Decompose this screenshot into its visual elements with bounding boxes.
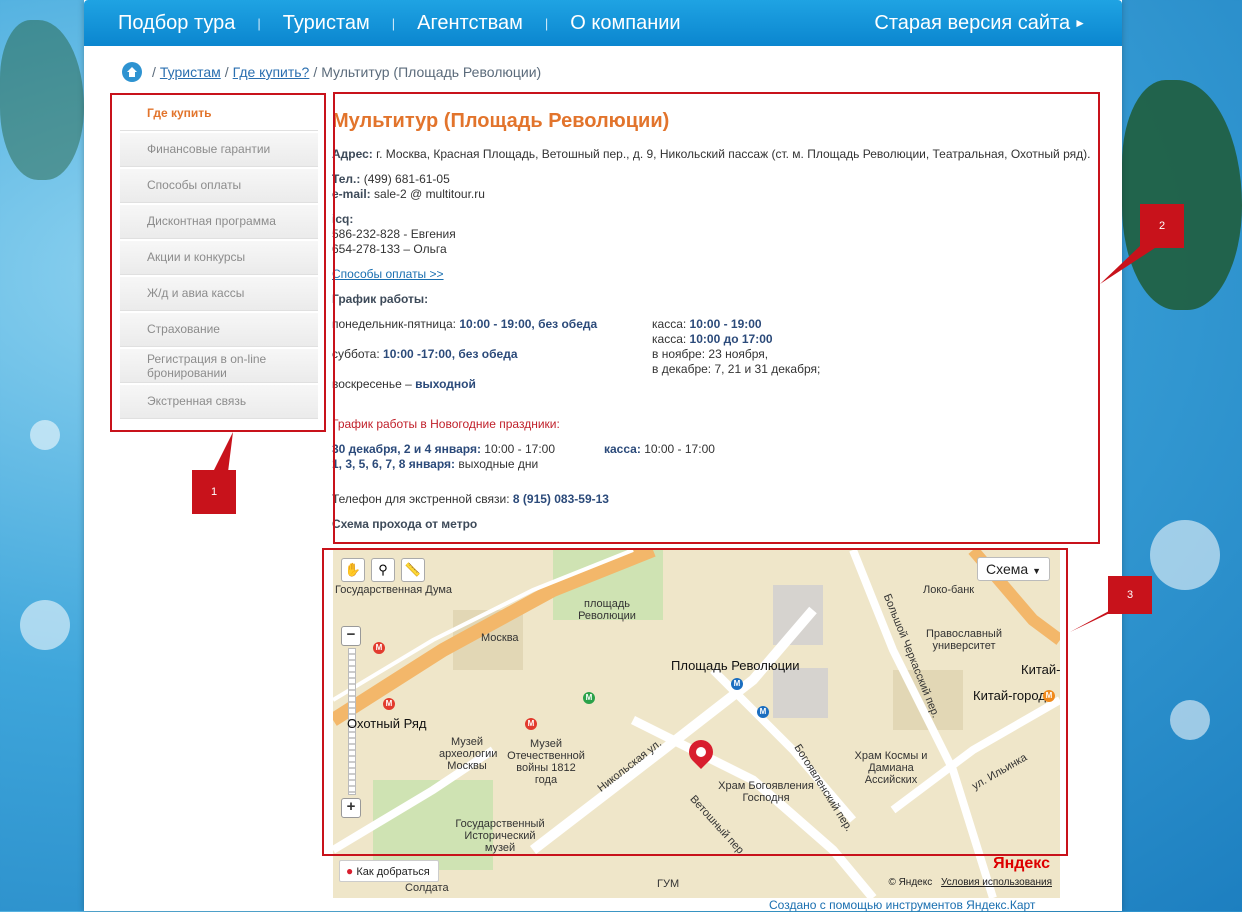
map-label: Солдата bbox=[405, 882, 449, 894]
breadcrumb: / Туристам / Где купить? / Мультитур (Пл… bbox=[122, 62, 541, 82]
background-snowflake bbox=[1170, 700, 1210, 740]
annotation-badge-2: 2 bbox=[1140, 204, 1184, 248]
nav-item-agencies[interactable]: Агентствам bbox=[417, 12, 523, 35]
old-site-label: Старая версия сайта bbox=[874, 12, 1071, 34]
how-to-get-button[interactable]: ● Как добраться bbox=[339, 860, 439, 882]
background-snowflake bbox=[30, 420, 60, 450]
map-label: ГУМ bbox=[657, 878, 680, 890]
breadcrumb-separator: / bbox=[152, 64, 156, 80]
breadcrumb-separator: / bbox=[313, 64, 318, 80]
top-navigation: Подбор тура | Туристам | Агентствам | О … bbox=[84, 0, 1122, 46]
nav-item-tour-search[interactable]: Подбор тура bbox=[118, 12, 235, 35]
annotation-box-sidebar bbox=[110, 93, 326, 432]
annotation-box-map bbox=[322, 548, 1068, 856]
annotation-badge-1: 1 bbox=[192, 470, 236, 514]
arrow-right-icon: ► bbox=[1074, 16, 1086, 30]
nav-item-tourists[interactable]: Туристам bbox=[283, 12, 370, 35]
nav-separator: | bbox=[544, 16, 549, 31]
breadcrumb-where-buy[interactable]: Где купить? bbox=[233, 64, 310, 80]
background-branch bbox=[1122, 80, 1242, 310]
terms-of-use-link[interactable]: Условия использования bbox=[941, 877, 1052, 888]
map-terms: © Яндекс Условия использования bbox=[888, 877, 1052, 888]
nav-separator: | bbox=[391, 16, 396, 31]
breadcrumb-separator: / bbox=[224, 64, 229, 80]
background-snowflake bbox=[1150, 520, 1220, 590]
background-branch bbox=[0, 20, 84, 180]
yandex-logo: Яндекс bbox=[993, 855, 1050, 872]
old-site-link[interactable]: Старая версия сайта ► bbox=[874, 12, 1086, 35]
map-copyright: © Яндекс bbox=[888, 877, 933, 888]
annotation-badge-3: 3 bbox=[1108, 576, 1152, 614]
breadcrumb-current: Мультитур (Площадь Революции) bbox=[321, 64, 542, 80]
home-icon[interactable] bbox=[122, 62, 142, 82]
breadcrumb-tourists[interactable]: Туристам bbox=[160, 64, 221, 80]
nav-separator: | bbox=[257, 16, 261, 31]
location-pin-icon: ● bbox=[346, 864, 354, 878]
yandex-maps-credit-link[interactable]: Создано с помощью инструментов Яндекс.Ка… bbox=[769, 898, 1035, 912]
background-snowflake bbox=[20, 600, 70, 650]
nav-item-about[interactable]: О компании bbox=[570, 12, 680, 35]
main-nav: Подбор тура | Туристам | Агентствам | О … bbox=[118, 12, 681, 35]
annotation-box-details bbox=[333, 92, 1100, 544]
